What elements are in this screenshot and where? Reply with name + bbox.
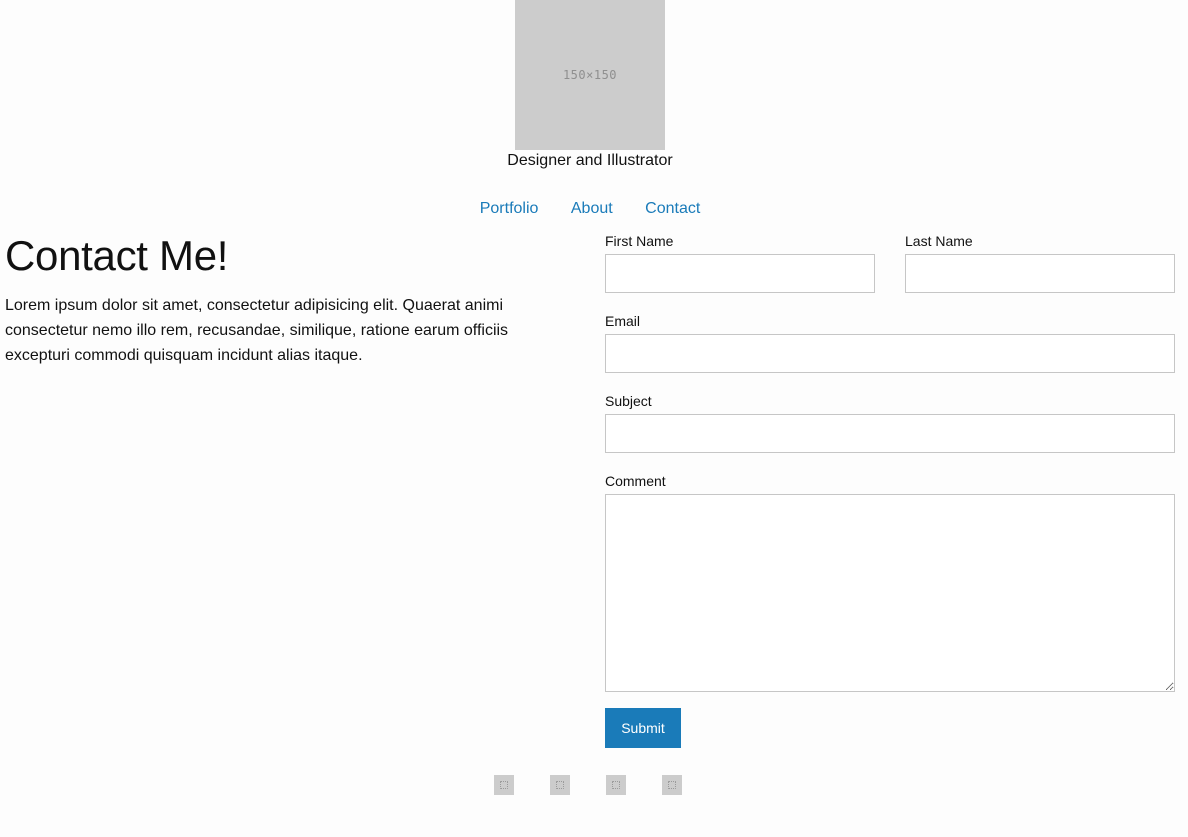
image-placeholder-icon bbox=[612, 781, 620, 789]
subject-label: Subject bbox=[605, 393, 652, 409]
email-input[interactable] bbox=[605, 334, 1175, 373]
intro-paragraph: Lorem ipsum dolor sit amet, consectetur … bbox=[5, 297, 509, 364]
image-placeholder-icon bbox=[556, 781, 564, 789]
page-title: Contact Me! bbox=[5, 232, 229, 279]
comment-label: Comment bbox=[605, 473, 666, 489]
social-icon-3[interactable] bbox=[606, 775, 626, 795]
nav-item-about[interactable]: About bbox=[571, 200, 613, 217]
nav-item-portfolio[interactable]: Portfolio bbox=[480, 200, 539, 217]
first-name-label: First Name bbox=[605, 233, 674, 249]
page: 150×150 Designer and Illustrator Portfol… bbox=[0, 0, 1188, 837]
submit-button[interactable]: Submit bbox=[605, 708, 681, 748]
social-icon-4[interactable] bbox=[662, 775, 682, 795]
last-name-input[interactable] bbox=[905, 254, 1175, 293]
social-icon-1[interactable] bbox=[494, 775, 514, 795]
email-label: Email bbox=[605, 313, 641, 329]
comment-textarea[interactable] bbox=[605, 494, 1175, 692]
avatar-placeholder-text: 150×150 bbox=[562, 68, 618, 82]
image-placeholder-icon bbox=[500, 781, 508, 789]
main-nav: Portfolio About Contact bbox=[0, 200, 1180, 218]
last-name-label: Last Name bbox=[905, 233, 973, 249]
avatar-placeholder-image: 150×150 bbox=[515, 0, 665, 150]
first-name-input[interactable] bbox=[605, 254, 875, 293]
social-icon-2[interactable] bbox=[550, 775, 570, 795]
image-placeholder-icon bbox=[668, 781, 676, 789]
subject-input[interactable] bbox=[605, 414, 1175, 453]
tagline: Designer and Illustrator bbox=[507, 152, 673, 169]
nav-item-contact[interactable]: Contact bbox=[645, 200, 700, 217]
